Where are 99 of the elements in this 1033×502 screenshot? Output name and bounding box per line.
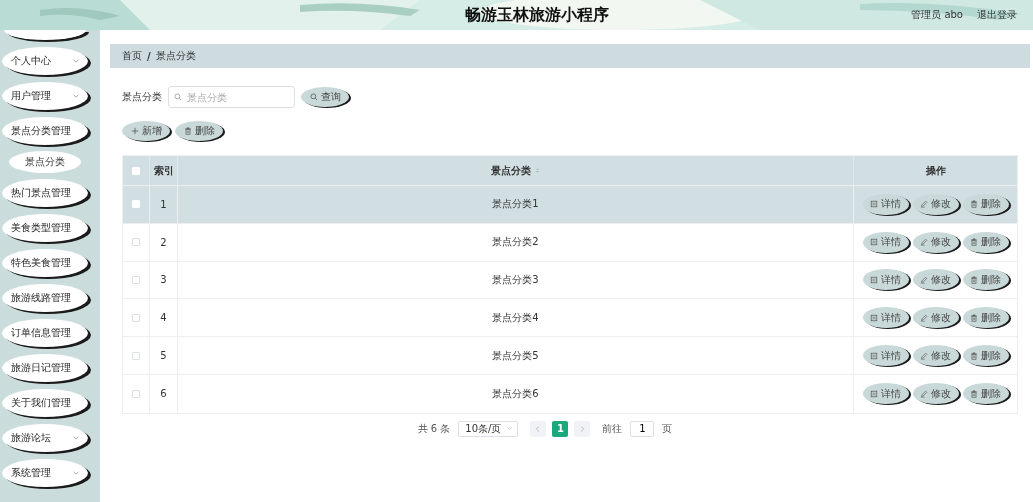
detail-button[interactable]: 详情: [862, 307, 909, 329]
sidebar-item[interactable]: 旅游日记管理: [2, 354, 88, 382]
sidebar-item[interactable]: 热门景点管理: [2, 179, 88, 207]
trash-icon: [183, 127, 192, 135]
detail-button[interactable]: 详情: [862, 231, 909, 253]
pencil-icon: [920, 313, 928, 322]
table-cell: 景点分类6: [492, 386, 539, 401]
document-icon: [870, 276, 878, 284]
pencil-icon: [920, 200, 928, 209]
delete-button[interactable]: 删除: [962, 231, 1009, 253]
sidebar-item[interactable]: 景点分类管理: [2, 117, 88, 145]
sidebar-subitem[interactable]: 景点分类: [9, 151, 81, 173]
checkbox[interactable]: [132, 313, 140, 322]
sort-icon: [533, 167, 541, 174]
search-icon: [309, 93, 318, 101]
column-header: 索引: [153, 163, 174, 178]
chevron-right-icon: [578, 424, 587, 433]
table-cell: 景点分类2: [492, 235, 539, 250]
edit-button[interactable]: 修改: [912, 383, 959, 405]
column-header: 操作: [925, 163, 946, 178]
trash-icon: [970, 313, 978, 322]
document-icon: [870, 313, 878, 322]
delete-button[interactable]: 删除: [175, 121, 223, 141]
search-label: 景点分类: [122, 90, 162, 104]
sidebar-item[interactable]: 关于我们管理: [2, 389, 88, 417]
caret-icon: [72, 57, 80, 65]
document-icon: [870, 389, 878, 398]
sidebar-item[interactable]: 订单信息管理: [2, 319, 88, 347]
pencil-icon: [920, 238, 928, 247]
sidebar-item[interactable]: 旅游线路管理: [2, 284, 88, 312]
caret-icon: [72, 92, 80, 100]
edit-button[interactable]: 修改: [912, 345, 959, 367]
trash-icon: [970, 200, 978, 209]
goto-label: 前往: [602, 421, 623, 436]
trash-icon: [970, 351, 978, 360]
delete-button[interactable]: 删除: [962, 307, 1009, 329]
detail-button[interactable]: 详情: [862, 269, 909, 291]
caret-icon: [506, 425, 514, 433]
detail-button[interactable]: 详情: [862, 345, 909, 367]
pencil-icon: [920, 351, 928, 360]
plus-icon: [130, 127, 139, 135]
checkbox[interactable]: [132, 238, 140, 247]
delete-button[interactable]: 删除: [962, 345, 1009, 367]
edit-button[interactable]: 修改: [912, 231, 959, 253]
checkbox[interactable]: [132, 276, 140, 284]
pencil-icon: [920, 389, 928, 398]
table-cell: 2: [160, 236, 167, 248]
table-cell: 景点分类4: [492, 310, 539, 325]
table-cell: 景点分类5: [492, 348, 539, 363]
checkbox[interactable]: [132, 351, 140, 360]
table-cell: 5: [160, 350, 167, 362]
delete-button[interactable]: 删除: [962, 269, 1009, 291]
trash-icon: [970, 276, 978, 284]
table-cell: 6: [160, 388, 167, 400]
column-header[interactable]: 景点分类: [490, 163, 531, 178]
pencil-icon: [920, 276, 928, 284]
edit-button[interactable]: 修改: [912, 307, 959, 329]
document-icon: [870, 238, 878, 247]
table-cell: 景点分类3: [492, 273, 539, 287]
logout-link[interactable]: 退出登录: [977, 8, 1017, 22]
edit-button[interactable]: 修改: [912, 193, 959, 215]
sidebar-item[interactable]: 用户管理: [2, 82, 88, 110]
edit-button[interactable]: 修改: [912, 269, 959, 291]
delete-button[interactable]: 删除: [962, 383, 1009, 405]
sidebar-item[interactable]: 美食类型管理: [2, 214, 88, 242]
page-suffix: 页: [662, 421, 673, 436]
user-name: 管理员 abo: [911, 8, 963, 22]
app-title: 畅游玉林旅游小程序: [464, 4, 609, 26]
total-count: 共 6 条: [417, 421, 451, 436]
table-cell: 景点分类1: [492, 197, 539, 212]
checkbox[interactable]: [132, 389, 140, 398]
search-button[interactable]: 查询: [301, 87, 349, 107]
search-icon: [174, 93, 182, 101]
delete-button[interactable]: 删除: [962, 193, 1009, 215]
breadcrumb-current: 景点分类: [155, 49, 196, 63]
table-cell: 4: [160, 312, 167, 324]
table-cell: 1: [160, 198, 167, 210]
trash-icon: [970, 238, 978, 247]
search-field[interactable]: 景点分类: [168, 86, 295, 108]
sidebar-item[interactable]: 系统管理: [2, 459, 88, 487]
sidebar-item[interactable]: 特色美食管理: [2, 249, 88, 277]
page-size-select[interactable]: 10条/页: [458, 420, 519, 437]
detail-button[interactable]: 详情: [862, 193, 909, 215]
breadcrumb-link[interactable]: 首页: [122, 49, 142, 63]
caret-icon: [72, 434, 80, 442]
page-input[interactable]: 1: [630, 420, 655, 437]
table-cell: 3: [160, 274, 167, 286]
sidebar-item[interactable]: [4, 30, 86, 40]
next-page-button[interactable]: [574, 420, 591, 437]
document-icon: [870, 351, 878, 360]
caret-icon: [72, 469, 80, 477]
breadcrumb-separator: /: [147, 50, 151, 62]
previous-page-button[interactable]: [530, 420, 547, 437]
document-icon: [870, 200, 878, 209]
add-button[interactable]: 新增: [122, 121, 170, 141]
trash-icon: [970, 389, 978, 398]
sidebar-item[interactable]: 旅游论坛: [2, 424, 88, 452]
sidebar-item[interactable]: 个人中心: [2, 47, 88, 75]
detail-button[interactable]: 详情: [862, 383, 909, 405]
